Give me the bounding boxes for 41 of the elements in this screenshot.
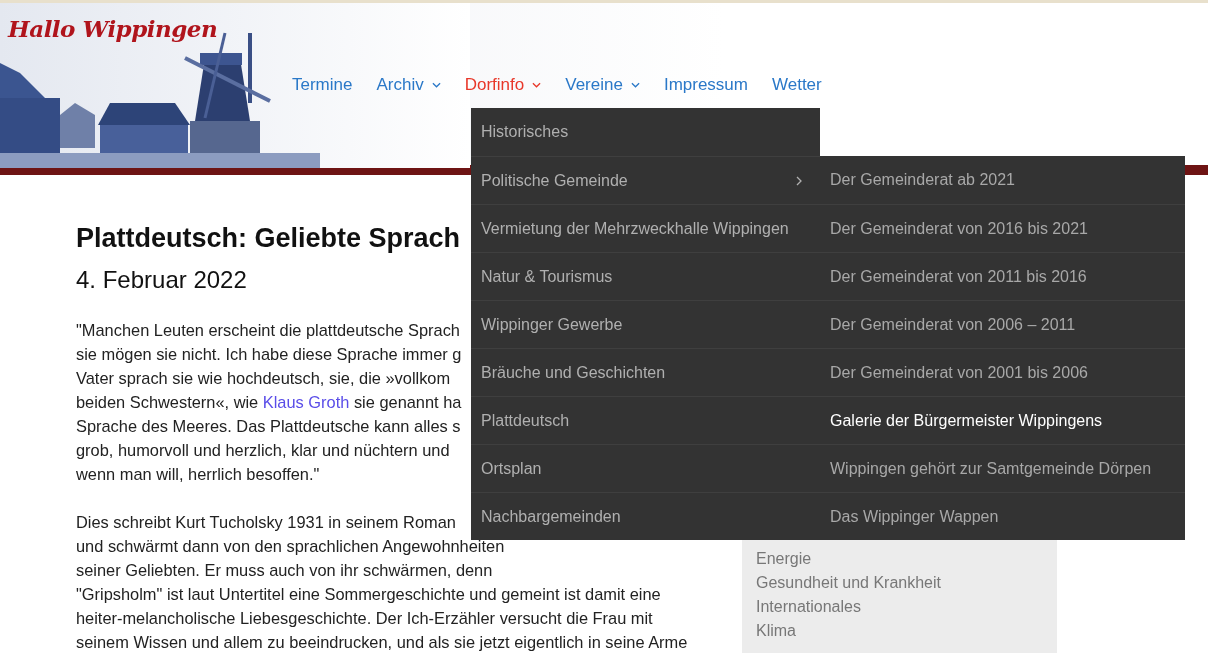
category-link[interactable]: Internationales bbox=[756, 595, 861, 619]
author-link[interactable]: Klaus Groth bbox=[262, 393, 350, 411]
chevron-down-icon bbox=[630, 82, 640, 88]
chevron-right-icon bbox=[796, 175, 802, 186]
paragraph-text: Sprache des Meeres. Das Plattdeutsche kann alles s bbox=[76, 417, 461, 435]
chevron-down-icon bbox=[431, 82, 441, 88]
nav-link[interactable]: Impressum bbox=[663, 75, 748, 95]
menu-item[interactable]: Der Gemeinderat von 2011 bis 2016 bbox=[820, 252, 1185, 300]
category-link[interactable]: Energie bbox=[756, 547, 812, 571]
paragraph-text: Vater sprach sie wie hochdeutsch, sie, die »vollkom bbox=[76, 369, 451, 387]
paragraph-text: und schwärmt dann von den sprachlichen Angewohnheiten bbox=[76, 537, 505, 555]
nav-link[interactable]: Termine bbox=[292, 75, 353, 95]
nav-link[interactable]: Archiv bbox=[376, 75, 441, 95]
paragraph-text: grob, humorvoll und herzlich, klar und nüchtern und bbox=[76, 441, 450, 459]
paragraph-text: heiter-melancholische Liebesgeschichte. Der Ich-Erzähler versucht die Frau mit bbox=[76, 609, 653, 627]
paragraph-text: sie genannt ha bbox=[352, 393, 462, 411]
paragraph-text: beiden Schwestern«, wie bbox=[76, 393, 260, 411]
paragraph-text: sie mögen sie nicht. Ich habe diese Sprache immer g bbox=[76, 345, 462, 363]
menu-item[interactable]: Der Gemeinderat ab 2021 bbox=[820, 156, 1185, 204]
site-logo[interactable]: Hallo Wippingen bbox=[8, 15, 218, 42]
menu-item[interactable]: Der Gemeinderat von 2006 – 2011 bbox=[820, 300, 1185, 348]
nav-link[interactable]: Vereine bbox=[565, 75, 640, 95]
menu-item[interactable]: Der Gemeinderat von 2016 bis 2021 bbox=[820, 204, 1185, 252]
article-date: 4. Februar 2022 bbox=[76, 266, 247, 294]
menu-item[interactable]: Galerie der Bürgermeister Wippingens bbox=[820, 396, 1185, 444]
chevron-down-icon bbox=[532, 82, 542, 88]
menu-item[interactable]: Wippingen gehört zur Samtgemeinde Dörpen bbox=[820, 444, 1185, 492]
nav-link[interactable]: Dorfinfo bbox=[464, 75, 542, 95]
paragraph-text: wenn man will, herrlich besoffen." bbox=[76, 465, 320, 483]
menu-item[interactable]: Historisches bbox=[471, 108, 820, 156]
article-title: Plattdeutsch: Geliebte Sprach bbox=[76, 223, 461, 254]
category-link[interactable]: Klima bbox=[756, 619, 796, 643]
menu-item[interactable]: Der Gemeinderat von 2001 bis 2006 bbox=[820, 348, 1185, 396]
paragraph-text: seinem Wissen und allem zu beeindrucken, und als sie jetzt eigentlich in seine Arme bbox=[76, 633, 688, 651]
category-link[interactable]: Gesundheit und Krankheit bbox=[756, 571, 941, 595]
paragraph-text: Dies schreibt Kurt Tucholsky 1931 in seinem Roman bbox=[76, 513, 456, 531]
menu-item[interactable]: Das Wippinger Wappen bbox=[820, 492, 1185, 540]
paragraph-text: "Manchen Leuten erscheint die plattdeutsche Sprach bbox=[76, 321, 460, 339]
paragraph-text: seiner Geliebten. Er muss auch von ihr schwärmen, denn bbox=[76, 561, 493, 579]
paragraph-text: "Gripsholm" ist laut Untertitel eine Sommergeschichte und gemeint ist damit eine bbox=[76, 585, 661, 603]
nav-link[interactable]: Wetter bbox=[772, 75, 822, 95]
